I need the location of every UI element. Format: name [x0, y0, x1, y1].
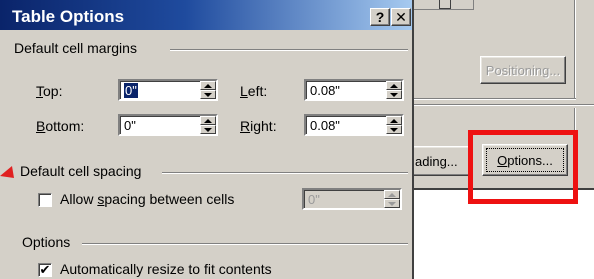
close-button[interactable]: ✕ [391, 8, 411, 26]
dialog-titlebar[interactable]: Table Options [0, 0, 412, 30]
bottom-margin-label: Bottom: [36, 118, 85, 134]
left-margin-label: Left: [240, 83, 268, 99]
top-margin-label: Top: [36, 83, 63, 99]
left-margin-value[interactable]: 0.08" [310, 83, 340, 98]
spin-up-button[interactable] [200, 81, 216, 90]
cell-margins-group-label: Default cell margins [14, 40, 137, 56]
close-icon: ✕ [395, 8, 407, 25]
down-arrow-icon [204, 92, 212, 97]
top-margin-value[interactable]: 0" [124, 83, 138, 98]
positioning-button[interactable]: Positioning... [480, 56, 566, 84]
red-arrow-annotation [0, 166, 14, 178]
up-arrow-icon [390, 118, 398, 123]
bottom-margin-spinner[interactable]: 0" [118, 114, 218, 136]
cell-spacing-spinner[interactable]: 0" [302, 188, 402, 210]
spin-down-button[interactable] [200, 125, 216, 134]
separator [414, 104, 594, 106]
table-options-dialog: Table Options ? ✕ Default cell margins T… [0, 0, 414, 279]
help-icon: ? [375, 9, 385, 25]
auto-resize-label[interactable]: Automatically resize to fit contents [60, 261, 272, 277]
spin-down-button[interactable] [386, 90, 402, 99]
separator [574, 0, 576, 100]
separator [414, 98, 576, 100]
top-margin-spinner[interactable]: 0" [118, 79, 218, 101]
right-margin-spinner[interactable]: 0.08" [304, 114, 404, 136]
up-arrow-icon [390, 83, 398, 88]
alignment-preview-cell [439, 0, 451, 9]
allow-spacing-checkbox[interactable] [38, 193, 52, 207]
spin-up-button[interactable] [386, 81, 402, 90]
dialog-title: Table Options [12, 7, 125, 26]
spin-up-button[interactable] [386, 116, 402, 125]
options-button-highlight-box [468, 130, 578, 204]
auto-resize-checkbox[interactable]: ✔ [38, 263, 52, 277]
up-arrow-icon [388, 192, 396, 197]
allow-spacing-label[interactable]: Allow spacing between cells [60, 191, 234, 207]
group-separator [162, 172, 408, 174]
down-arrow-icon [388, 201, 396, 206]
down-arrow-icon [204, 127, 212, 132]
up-arrow-icon [204, 118, 212, 123]
cell-spacing-group-label: Default cell spacing [20, 163, 142, 179]
right-margin-label: Right: [240, 118, 277, 134]
help-button[interactable]: ? [370, 8, 390, 26]
down-arrow-icon [390, 92, 398, 97]
spin-up-button [384, 190, 400, 199]
down-arrow-icon [390, 127, 398, 132]
positioning-button-label: Positioning... [485, 62, 561, 78]
up-arrow-icon [204, 83, 212, 88]
cell-spacing-value: 0" [308, 192, 320, 207]
spin-down-button[interactable] [200, 90, 216, 99]
spin-down-button[interactable] [386, 125, 402, 134]
options-group-label: Options [22, 234, 71, 250]
group-separator [170, 49, 408, 51]
spin-up-button[interactable] [200, 116, 216, 125]
group-separator [82, 243, 408, 245]
right-margin-value[interactable]: 0.08" [310, 118, 340, 133]
left-margin-spinner[interactable]: 0.08" [304, 79, 404, 101]
borders-shading-button-label: ading... [415, 153, 458, 169]
checkmark-icon: ✔ [39, 262, 51, 277]
bottom-margin-value[interactable]: 0" [124, 118, 136, 133]
spin-down-button [384, 199, 400, 208]
